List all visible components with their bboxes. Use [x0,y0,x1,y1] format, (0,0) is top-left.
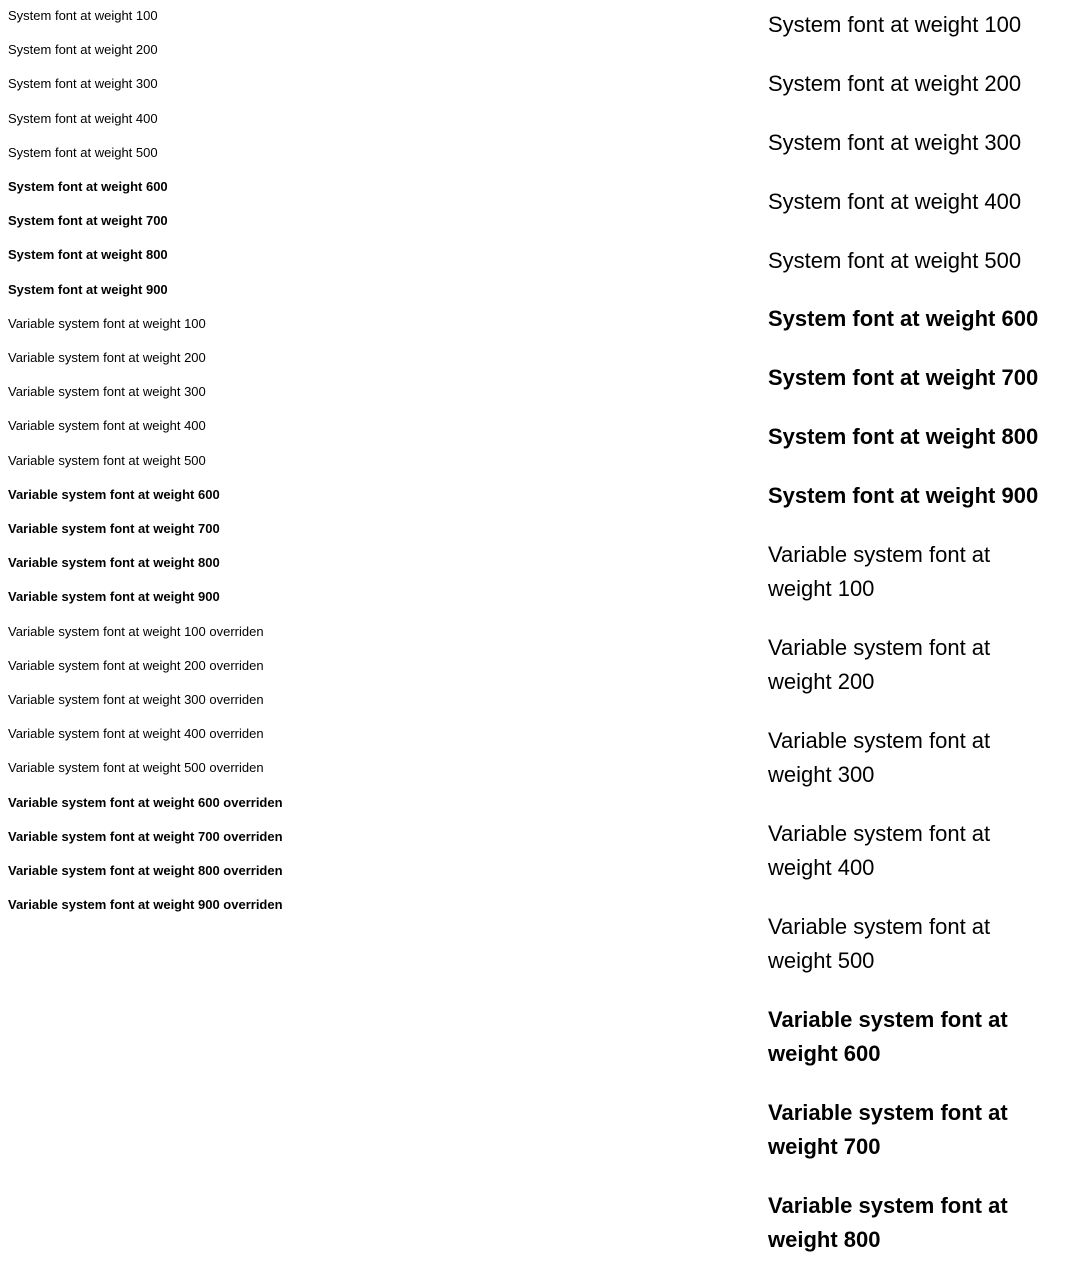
right-text-item: System font at weight 400 [768,185,1058,219]
left-text-item: Variable system font at weight 500 [8,453,328,468]
left-text-item: Variable system font at weight 300 overr… [8,692,328,707]
left-text-item: Variable system font at weight 200 [8,350,328,365]
right-text-item: Variable system font at weight 100 [768,538,1058,606]
left-text-item: System font at weight 900 [8,282,328,297]
left-text-item: System font at weight 500 [8,145,328,160]
left-text-item: Variable system font at weight 700 [8,521,328,536]
right-text-item: System font at weight 300 [768,126,1058,160]
left-text-item: System font at weight 200 [8,42,328,57]
right-text-item: System font at weight 500 [768,244,1058,278]
left-text-item: Variable system font at weight 800 overr… [8,863,328,878]
right-text-item: Variable system font at weight 300 [768,724,1058,792]
left-text-item: Variable system font at weight 200 overr… [8,658,328,673]
left-text-item: System font at weight 300 [8,76,328,91]
left-text-item: Variable system font at weight 100 overr… [8,624,328,639]
right-text-item: Variable system font at weight 700 [768,1096,1058,1164]
right-column: System font at weight 100 System font at … [328,8,1058,1282]
left-text-item: System font at weight 800 [8,247,328,262]
left-text-item: Variable system font at weight 100 [8,316,328,331]
right-text-item: System font at weight 700 [768,361,1058,395]
right-text-item: System font at weight 100 [768,8,1058,42]
right-text-item: Variable system font at weight 400 [768,817,1058,885]
right-text-item: System font at weight 600 [768,302,1058,336]
left-text-item: Variable system font at weight 300 [8,384,328,399]
right-text-item: Variable system font at weight 600 [768,1003,1058,1071]
left-text-item: System font at weight 700 [8,213,328,228]
left-text-item: Variable system font at weight 400 [8,418,328,433]
left-text-item: Variable system font at weight 600 overr… [8,795,328,810]
right-text-item: System font at weight 800 [768,420,1058,454]
left-text-item: Variable system font at weight 500 overr… [8,760,328,775]
left-text-item: System font at weight 600 [8,179,328,194]
right-text-item: Variable system font at weight 800 [768,1189,1058,1257]
left-text-item: System font at weight 100 [8,8,328,23]
left-text-item: System font at weight 400 [8,111,328,126]
right-text-item: System font at weight 200 [768,67,1058,101]
left-text-item: Variable system font at weight 900 overr… [8,897,328,912]
left-text-item: Variable system font at weight 800 [8,555,328,570]
left-text-item: Variable system font at weight 700 overr… [8,829,328,844]
right-text-item: System font at weight 900 [768,479,1058,513]
left-text-item: Variable system font at weight 600 [8,487,328,502]
left-column: System font at weight 100 System font at … [8,8,328,1282]
left-text-item: Variable system font at weight 400 overr… [8,726,328,741]
right-text-item: Variable system font at weight 500 [768,910,1058,978]
right-text-item: Variable system font at weight 200 [768,631,1058,699]
left-text-item: Variable system font at weight 900 [8,589,328,604]
